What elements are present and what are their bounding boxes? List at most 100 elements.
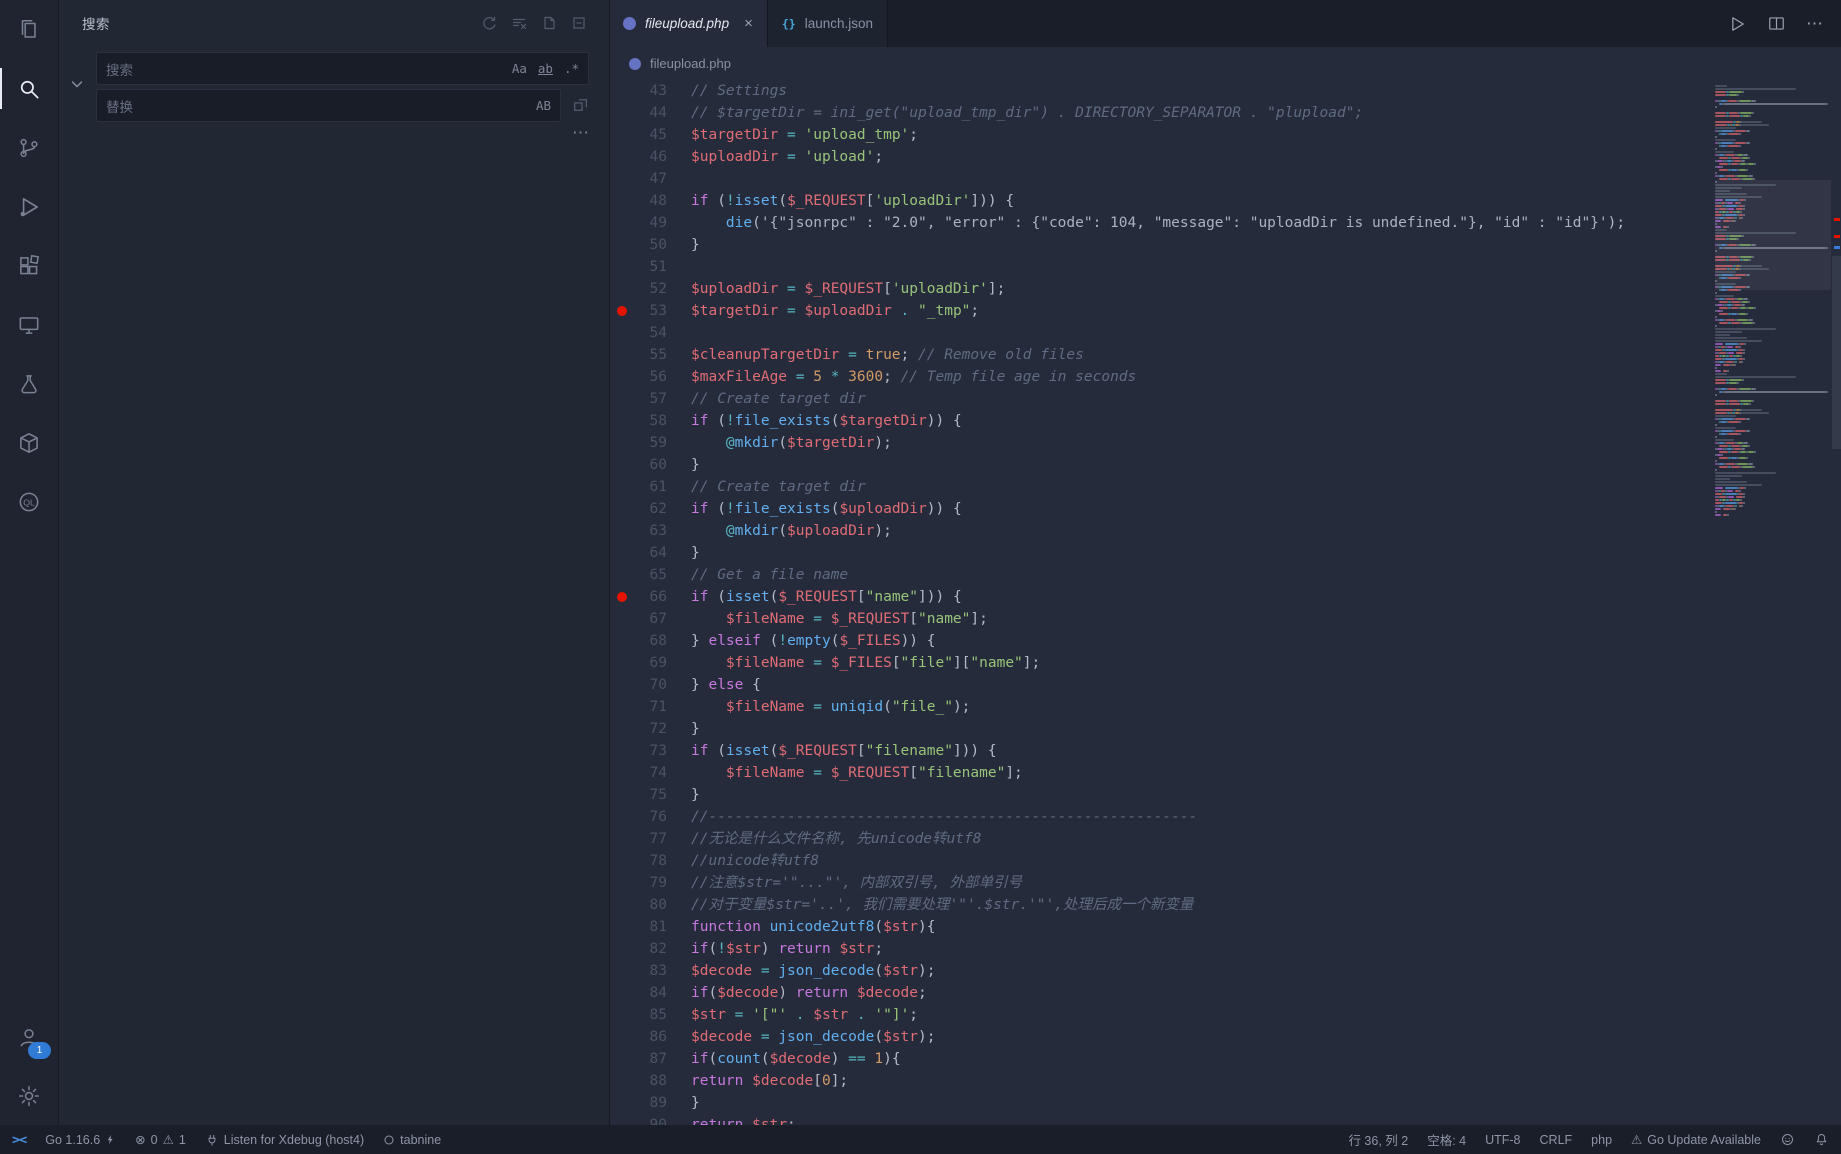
breakpoint-gutter[interactable] xyxy=(609,366,635,388)
breakpoint-gutter[interactable] xyxy=(609,828,635,850)
activity-item-extensions[interactable] xyxy=(0,236,58,295)
code-line[interactable]: 80//对于变量$str='..', 我们需要处理'"'.$str.'"',处理… xyxy=(609,894,1708,916)
activity-item-package[interactable] xyxy=(0,413,58,472)
code-line[interactable]: 60} xyxy=(609,454,1708,476)
replace-all-icon[interactable] xyxy=(572,96,589,113)
line-number[interactable]: 64 xyxy=(635,542,667,564)
code-line[interactable]: 69 $fileName = $_FILES["file"]["name"]; xyxy=(609,652,1708,674)
activity-item-explorer[interactable] xyxy=(0,0,58,59)
code-line[interactable]: 56$maxFileAge = 5 * 3600; // Temp file a… xyxy=(609,366,1708,388)
line-number[interactable]: 65 xyxy=(635,564,667,586)
code-line[interactable]: 62if (!file_exists($uploadDir)) { xyxy=(609,498,1708,520)
tab-fileupload-php[interactable]: fileupload.php × xyxy=(609,0,768,47)
breakpoint-gutter[interactable] xyxy=(609,784,635,806)
encoding-status[interactable]: UTF-8 xyxy=(1485,1133,1520,1147)
match-case-icon[interactable]: Aa xyxy=(512,61,527,76)
line-number[interactable]: 78 xyxy=(635,850,667,872)
remote-indicator[interactable]: >< xyxy=(12,1132,26,1148)
breakpoint-gutter[interactable] xyxy=(609,806,635,828)
line-number[interactable]: 43 xyxy=(635,80,667,102)
code-line[interactable]: 46$uploadDir = 'upload'; xyxy=(609,146,1708,168)
breakpoint-gutter[interactable] xyxy=(609,102,635,124)
code-line[interactable]: 59 @mkdir($targetDir); xyxy=(609,432,1708,454)
breakpoint-gutter[interactable] xyxy=(609,124,635,146)
cursor-position[interactable]: 行 36, 列 2 xyxy=(1348,1130,1408,1149)
line-number[interactable]: 58 xyxy=(635,410,667,432)
line-number[interactable]: 55 xyxy=(635,344,667,366)
line-number[interactable]: 74 xyxy=(635,762,667,784)
breakpoint-gutter[interactable] xyxy=(609,520,635,542)
breakpoint-gutter[interactable] xyxy=(609,762,635,784)
breakpoint-gutter[interactable] xyxy=(609,146,635,168)
line-number[interactable]: 60 xyxy=(635,454,667,476)
breakpoint-gutter[interactable] xyxy=(609,190,635,212)
activity-item-testing[interactable] xyxy=(0,354,58,413)
run-or-debug-icon[interactable] xyxy=(1727,14,1747,34)
line-number[interactable]: 70 xyxy=(635,674,667,696)
breakpoint-gutter[interactable] xyxy=(609,740,635,762)
code-line[interactable]: 85$str = '["' . $str . '"]'; xyxy=(609,1004,1708,1026)
breakpoint-gutter[interactable] xyxy=(609,410,635,432)
vertical-scrollbar[interactable] xyxy=(1832,80,1841,1125)
breakpoint-gutter[interactable] xyxy=(609,1092,635,1114)
more-actions-icon[interactable]: ⋯ xyxy=(1806,15,1823,32)
line-number[interactable]: 89 xyxy=(635,1092,667,1114)
preserve-case-icon[interactable]: AB xyxy=(536,98,551,113)
code-line[interactable]: 76//------------------------------------… xyxy=(609,806,1708,828)
new-search-editor-icon[interactable] xyxy=(541,15,557,31)
code-line[interactable]: 63 @mkdir($uploadDir); xyxy=(609,520,1708,542)
split-editor-icon[interactable] xyxy=(1767,14,1786,33)
line-number[interactable]: 45 xyxy=(635,124,667,146)
breakpoint-gutter[interactable] xyxy=(609,1070,635,1092)
breakpoint-gutter[interactable] xyxy=(609,80,635,102)
breakpoint-gutter[interactable] xyxy=(609,938,635,960)
breakpoint-gutter[interactable] xyxy=(609,344,635,366)
breakpoint-gutter[interactable] xyxy=(609,212,635,234)
breakpoint-gutter[interactable] xyxy=(609,564,635,586)
code-line[interactable]: 57// Create target dir xyxy=(609,388,1708,410)
breakpoint-gutter[interactable] xyxy=(609,1048,635,1070)
close-tab-icon[interactable]: × xyxy=(744,15,753,32)
breakpoint-gutter[interactable] xyxy=(609,982,635,1004)
replace-input[interactable]: 替换 AB xyxy=(96,89,561,122)
code-line[interactable]: 88return $decode[0]; xyxy=(609,1070,1708,1092)
line-number[interactable]: 81 xyxy=(635,916,667,938)
code-line[interactable]: 49 die('{"jsonrpc" : "2.0", "error" : {"… xyxy=(609,212,1708,234)
breakpoint-gutter[interactable] xyxy=(609,872,635,894)
line-number[interactable]: 59 xyxy=(635,432,667,454)
code-line[interactable]: 65// Get a file name xyxy=(609,564,1708,586)
code-line[interactable]: 54 xyxy=(609,322,1708,344)
line-number[interactable]: 46 xyxy=(635,146,667,168)
breadcrumb[interactable]: fileupload.php xyxy=(609,47,1841,80)
code-line[interactable]: 74 $fileName = $_REQUEST["filename"]; xyxy=(609,762,1708,784)
code-line[interactable]: 66if (isset($_REQUEST["name"])) { xyxy=(609,586,1708,608)
go-update-status[interactable]: ⚠ Go Update Available xyxy=(1631,1132,1761,1147)
activity-item-settings[interactable] xyxy=(0,1066,58,1125)
line-number[interactable]: 47 xyxy=(635,168,667,190)
breakpoint-gutter[interactable] xyxy=(609,542,635,564)
whole-word-icon[interactable]: ab xyxy=(538,63,553,75)
activity-item-codeql[interactable]: QL xyxy=(0,472,58,531)
line-number[interactable]: 66 xyxy=(635,586,667,608)
code-line[interactable]: 67 $fileName = $_REQUEST["name"]; xyxy=(609,608,1708,630)
code-line[interactable]: 50} xyxy=(609,234,1708,256)
eol-status[interactable]: CRLF xyxy=(1540,1133,1573,1147)
minimap[interactable] xyxy=(1715,84,1831,1125)
code-line[interactable]: 73if (isset($_REQUEST["filename"])) { xyxy=(609,740,1708,762)
refresh-icon[interactable] xyxy=(481,15,497,31)
line-number[interactable]: 62 xyxy=(635,498,667,520)
code-line[interactable]: 77//无论是什么文件名称, 先unicode转utf8 xyxy=(609,828,1708,850)
line-number[interactable]: 54 xyxy=(635,322,667,344)
breakpoint-gutter[interactable] xyxy=(609,322,635,344)
activity-item-search[interactable] xyxy=(0,59,58,118)
code-line[interactable]: 70} else { xyxy=(609,674,1708,696)
breakpoint-gutter[interactable] xyxy=(609,1004,635,1026)
breakpoint-gutter[interactable] xyxy=(609,476,635,498)
regex-icon[interactable]: .* xyxy=(564,61,579,76)
code-line[interactable]: 45$targetDir = 'upload_tmp'; xyxy=(609,124,1708,146)
code-line[interactable]: 43// Settings xyxy=(609,80,1708,102)
line-number[interactable]: 48 xyxy=(635,190,667,212)
code-line[interactable]: 51 xyxy=(609,256,1708,278)
code-line[interactable]: 52$uploadDir = $_REQUEST['uploadDir']; xyxy=(609,278,1708,300)
code-line[interactable]: 84if($decode) return $decode; xyxy=(609,982,1708,1004)
